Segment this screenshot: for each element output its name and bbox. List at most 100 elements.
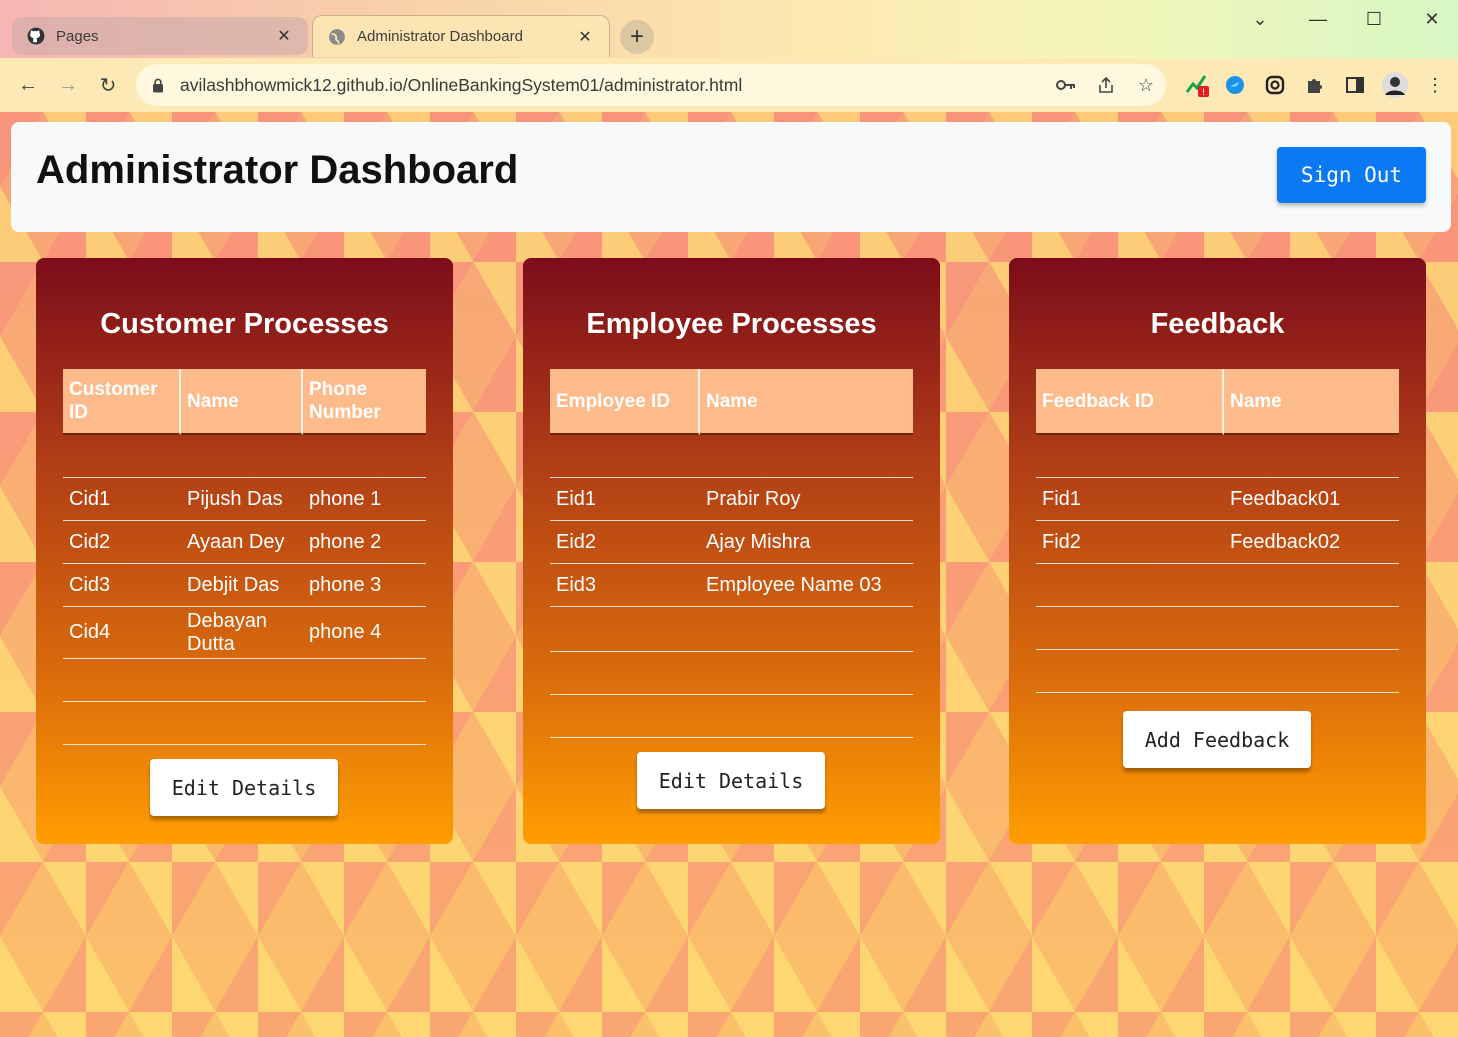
menu-kebab-icon[interactable]: ⋮ bbox=[1420, 70, 1450, 100]
avatar[interactable] bbox=[1380, 70, 1410, 100]
tab-administrator-dashboard[interactable]: Administrator Dashboard ✕ bbox=[312, 15, 610, 57]
table-cell: Ajay Mishra bbox=[706, 530, 811, 553]
feedback-card: Feedback Feedback ID Name Fid1 Feedback0… bbox=[1009, 258, 1426, 844]
extension-loop-icon[interactable] bbox=[1260, 70, 1290, 100]
employee-table: Employee ID Name Eid1 Prabir Roy Eid2 Aj… bbox=[550, 369, 913, 738]
table-cell: Ayaan Dey bbox=[187, 530, 285, 553]
table-row bbox=[550, 607, 913, 652]
table-header: Customer ID Name Phone Number bbox=[63, 369, 426, 435]
card-title: Employee Processes bbox=[586, 308, 877, 340]
table-header: Employee ID Name bbox=[550, 369, 913, 435]
add-feedback-button[interactable]: Add Feedback bbox=[1123, 711, 1311, 768]
close-icon[interactable]: ✕ bbox=[274, 26, 294, 46]
card-title: Feedback bbox=[1150, 308, 1285, 340]
table-cell: Eid2 bbox=[556, 530, 597, 553]
back-icon[interactable]: ← bbox=[14, 71, 42, 99]
minimize-icon[interactable]: — bbox=[1298, 6, 1338, 32]
table-row bbox=[550, 695, 913, 738]
table-cell: Feedback01 bbox=[1230, 487, 1341, 510]
forward-icon[interactable]: → bbox=[54, 71, 82, 99]
table-row bbox=[550, 435, 913, 478]
close-icon[interactable]: ✕ bbox=[575, 27, 595, 47]
table-row: Eid2 Ajay Mishra bbox=[550, 521, 913, 564]
table-cell: Cid2 bbox=[69, 530, 111, 553]
table-cell: Pijush Das bbox=[187, 487, 283, 510]
table-row: Cid1 Pijush Das phone 1 bbox=[63, 478, 426, 521]
tab-label: Pages bbox=[56, 27, 99, 45]
table-row bbox=[1036, 650, 1399, 693]
employee-processes-card: Employee Processes Employee ID Name Eid1… bbox=[523, 258, 940, 844]
table-cell: Feedback02 bbox=[1230, 530, 1341, 553]
browser-chrome: Pages ✕ Administrator Dashboard ✕ + ⌄ — … bbox=[0, 0, 1458, 112]
table-header: Feedback ID Name bbox=[1036, 369, 1399, 435]
side-panel-icon[interactable] bbox=[1340, 70, 1370, 100]
table-cell: Cid4 bbox=[69, 621, 111, 643]
feedback-table: Feedback ID Name Fid1 Feedback01 Fid2 Fe… bbox=[1036, 369, 1399, 693]
table-cell: Eid3 bbox=[556, 573, 597, 596]
table-cell: Fid1 bbox=[1042, 487, 1081, 510]
extension-bird-icon[interactable] bbox=[1220, 70, 1250, 100]
column-header: Name bbox=[700, 369, 913, 435]
sign-out-button[interactable]: Sign Out bbox=[1277, 147, 1426, 203]
page-title: Administrator Dashboard bbox=[36, 148, 519, 192]
table-row: Eid1 Prabir Roy bbox=[550, 478, 913, 521]
table-cell: Debjit Das bbox=[187, 573, 280, 596]
extension-tracker-icon[interactable]: ! bbox=[1182, 70, 1212, 100]
customer-processes-card: Customer Processes Customer ID Name Phon… bbox=[36, 258, 453, 844]
globe-icon bbox=[327, 27, 347, 47]
url-text: avilashbhowmick12.github.io/OnlineBankin… bbox=[180, 74, 743, 95]
address-bar[interactable]: avilashbhowmick12.github.io/OnlineBankin… bbox=[136, 64, 1166, 106]
table-cell: Fid2 bbox=[1042, 530, 1081, 553]
table-cell: phone 4 bbox=[309, 621, 382, 643]
browser-toolbar: ← → ↻ avilashbhowmick12.github.io/Online… bbox=[0, 58, 1458, 112]
table-cell: Debayan Dutta bbox=[187, 609, 268, 655]
svg-text:!: ! bbox=[1202, 88, 1206, 98]
puzzle-icon[interactable] bbox=[1300, 70, 1330, 100]
dashboard-header: Administrator Dashboard Sign Out bbox=[11, 122, 1451, 232]
customer-table: Customer ID Name Phone Number Cid1 Pijus… bbox=[63, 369, 426, 745]
table-cell: Prabir Roy bbox=[706, 487, 801, 510]
lock-icon bbox=[152, 76, 168, 94]
maximize-icon[interactable]: ☐ bbox=[1354, 6, 1394, 32]
github-icon bbox=[26, 26, 46, 46]
table-cell: Cid3 bbox=[69, 573, 111, 596]
table-cell: phone 2 bbox=[309, 530, 382, 553]
tab-pages[interactable]: Pages ✕ bbox=[12, 17, 308, 55]
table-row bbox=[1036, 607, 1399, 650]
table-row: Fid1 Feedback01 bbox=[1036, 478, 1399, 521]
share-icon[interactable] bbox=[1086, 65, 1126, 105]
page-content: Administrator Dashboard Sign Out Custome… bbox=[0, 112, 1458, 1037]
table-cell: Eid1 bbox=[556, 487, 597, 510]
table-row: Fid2 Feedback02 bbox=[1036, 521, 1399, 564]
table-row bbox=[63, 659, 426, 702]
table-row bbox=[550, 652, 913, 695]
table-row bbox=[63, 435, 426, 478]
table-cell: Cid1 bbox=[69, 487, 111, 510]
window-close-icon[interactable]: ✕ bbox=[1412, 6, 1452, 32]
edit-customer-details-button[interactable]: Edit Details bbox=[150, 759, 338, 816]
table-row: Cid4 Debayan Dutta phone 4 bbox=[63, 607, 426, 659]
table-row: Cid3 Debjit Das phone 3 bbox=[63, 564, 426, 607]
table-row bbox=[1036, 564, 1399, 607]
column-header: Name bbox=[1224, 369, 1399, 435]
card-title: Customer Processes bbox=[100, 308, 389, 340]
table-row: Eid3 Employee Name 03 bbox=[550, 564, 913, 607]
column-header: Name bbox=[181, 369, 303, 435]
table-row bbox=[63, 702, 426, 745]
column-header: Feedback ID bbox=[1036, 369, 1224, 435]
tab-search-icon[interactable]: ⌄ bbox=[1240, 6, 1280, 32]
table-row bbox=[1036, 435, 1399, 478]
column-header: Employee ID bbox=[550, 369, 700, 435]
new-tab-button[interactable]: + bbox=[620, 20, 654, 54]
table-row: Cid2 Ayaan Dey phone 2 bbox=[63, 521, 426, 564]
table-cell: phone 3 bbox=[309, 573, 382, 596]
star-icon[interactable]: ☆ bbox=[1126, 65, 1166, 105]
edit-employee-details-button[interactable]: Edit Details bbox=[637, 752, 825, 809]
table-cell: Employee Name 03 bbox=[706, 573, 882, 596]
key-icon[interactable] bbox=[1046, 65, 1086, 105]
tab-label: Administrator Dashboard bbox=[357, 28, 523, 45]
table-cell: phone 1 bbox=[309, 487, 382, 510]
column-header: Customer ID bbox=[63, 369, 181, 435]
column-header: Phone Number bbox=[303, 369, 426, 435]
reload-icon[interactable]: ↻ bbox=[94, 71, 122, 99]
